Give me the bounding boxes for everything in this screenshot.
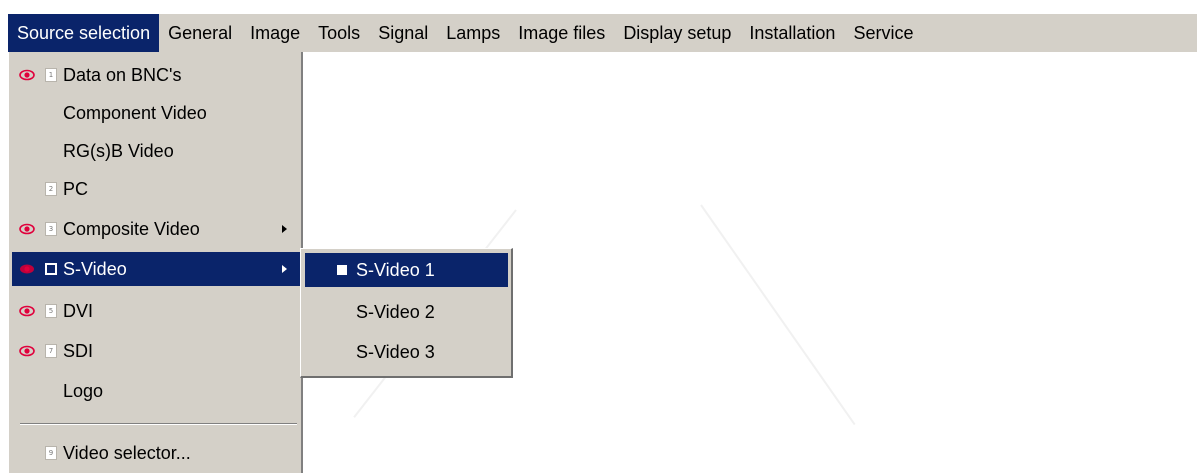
menu-item-label: S-Video [63, 258, 127, 279]
eye-icon [19, 69, 35, 81]
source-number-icon [45, 263, 57, 275]
menu-general[interactable]: General [159, 14, 241, 52]
submenu-arrow-icon [282, 265, 287, 273]
source-number-icon: 9 [45, 446, 57, 460]
menu-item-label: Video selector... [63, 442, 191, 463]
menu-item-label: SDI [63, 340, 94, 361]
submenu-item-s-video-3[interactable]: S-Video 3 [305, 335, 508, 369]
eye-icon [19, 305, 35, 317]
selected-bullet-icon [337, 265, 347, 275]
menu-label: Image files [518, 22, 606, 43]
menu-service[interactable]: Service [844, 14, 922, 52]
menu-item-label: RG(s)B Video [63, 140, 174, 161]
eye-icon [19, 223, 35, 235]
menu-item-rgsb-video[interactable]: RG(s)B Video [12, 134, 300, 168]
menu-source-selection[interactable]: Source selection [8, 14, 160, 52]
source-number-icon: 2 [45, 182, 57, 196]
menu-item-pc[interactable]: 2 PC [12, 172, 300, 206]
menu-label: Tools [318, 22, 361, 43]
menu-lamps[interactable]: Lamps [437, 14, 509, 52]
menu-image[interactable]: Image [241, 14, 309, 52]
menu-item-label: DVI [63, 300, 94, 321]
menu-label: Service [853, 22, 914, 43]
menu-item-sdi[interactable]: 7 SDI [12, 334, 300, 368]
menu-item-video-selector[interactable]: 9 Video selector... [12, 436, 300, 470]
source-selection-dropdown: 1 Data on BNC's Component Video RG(s)B V… [8, 52, 303, 473]
menu-label: Installation [749, 22, 836, 43]
menu-installation[interactable]: Installation [740, 14, 844, 52]
eye-icon [19, 345, 35, 357]
menu-display-setup[interactable]: Display setup [614, 14, 740, 52]
menu-item-component-video[interactable]: Component Video [12, 96, 300, 130]
menu-item-dvi[interactable]: 5 DVI [12, 294, 300, 328]
submenu-item-label: S-Video 1 [356, 259, 435, 280]
eye-icon [20, 264, 34, 274]
menu-label: Image [250, 22, 301, 43]
menu-item-s-video[interactable]: S-Video [12, 252, 300, 286]
submenu-item-s-video-2[interactable]: S-Video 2 [305, 295, 508, 329]
menu-label: Lamps [446, 22, 501, 43]
menu-label: Signal [378, 22, 429, 43]
submenu-item-label: S-Video 2 [356, 301, 435, 322]
menu-item-composite-video[interactable]: 3 Composite Video [12, 212, 300, 246]
menu-label: Display setup [623, 22, 732, 43]
menu-item-label: Data on BNC's [63, 64, 182, 85]
menu-item-label: Logo [63, 380, 104, 401]
menu-item-label: Composite Video [63, 218, 200, 239]
submenu-item-label: S-Video 3 [356, 341, 435, 362]
menu-item-label: Component Video [63, 102, 207, 123]
menu-separator [20, 423, 297, 425]
source-number-icon: 1 [45, 68, 57, 82]
menu-image-files[interactable]: Image files [509, 14, 614, 52]
submenu-arrow-icon [282, 225, 287, 233]
s-video-submenu: S-Video 1 S-Video 2 S-Video 3 [300, 248, 513, 378]
watermark-line [700, 204, 856, 426]
menu-tools[interactable]: Tools [309, 14, 369, 52]
source-number-icon: 5 [45, 304, 57, 318]
menu-item-logo[interactable]: Logo [12, 374, 300, 408]
source-number-icon: 3 [45, 222, 57, 236]
menu-label: Source selection [17, 22, 151, 43]
submenu-item-s-video-1[interactable]: S-Video 1 [305, 253, 508, 287]
source-number-icon: 7 [45, 344, 57, 358]
menu-item-data-on-bncs[interactable]: 1 Data on BNC's [12, 58, 300, 92]
menu-label: General [168, 22, 233, 43]
menu-item-label: PC [63, 178, 89, 199]
menu-signal[interactable]: Signal [369, 14, 437, 52]
menubar: Source selection General Image Tools Sig… [8, 14, 1197, 52]
